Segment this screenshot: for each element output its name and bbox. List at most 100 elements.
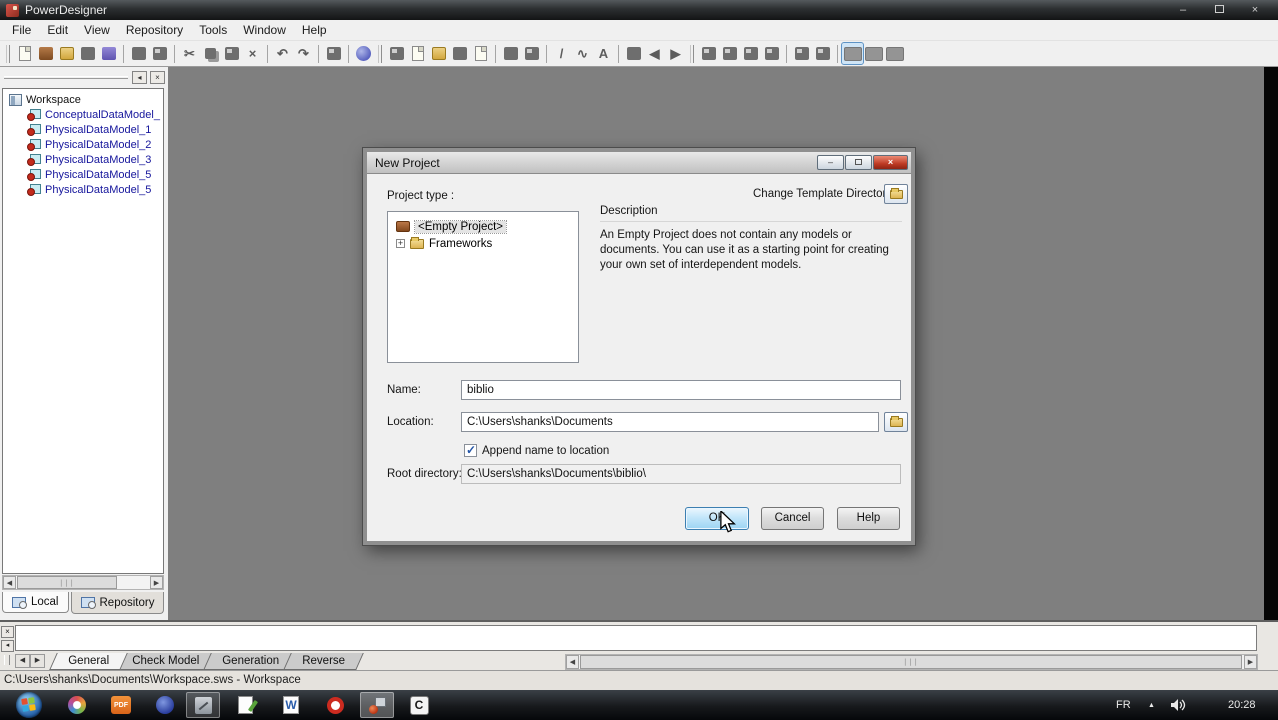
scroll-left-button[interactable]: ◀ [566, 655, 579, 669]
find-icon[interactable] [428, 43, 449, 64]
menu-help[interactable]: Help [294, 21, 335, 39]
globe-icon[interactable] [353, 43, 374, 64]
volume-icon[interactable] [1170, 690, 1186, 720]
tree-item-frameworks[interactable]: + Frameworks [388, 235, 578, 252]
tree-item-model[interactable]: ConceptualDataModel_ [3, 107, 163, 122]
new-document-icon[interactable] [14, 43, 35, 64]
scroll-right-button[interactable]: ▶ [1244, 655, 1257, 669]
cancel-button[interactable]: Cancel [761, 507, 824, 530]
view-tool-icon[interactable] [740, 43, 761, 64]
report-icon[interactable] [407, 43, 428, 64]
preview-icon[interactable] [470, 43, 491, 64]
tree-item-model[interactable]: PhysicalDataModel_5 [3, 182, 163, 197]
save-all-icon[interactable] [98, 43, 119, 64]
taskbar-editor-app[interactable] [228, 692, 262, 718]
name-input[interactable] [461, 380, 901, 400]
package-tool-icon[interactable] [698, 43, 719, 64]
paste-icon[interactable] [221, 43, 242, 64]
toolbar-grip[interactable] [690, 44, 694, 63]
cut-icon[interactable]: ✂ [179, 43, 200, 64]
browser-toggle-icon[interactable] [841, 42, 864, 65]
start-button[interactable] [16, 692, 42, 718]
taskbar-red-app[interactable] [318, 692, 352, 718]
toolbar-grip[interactable] [378, 44, 382, 63]
print-icon[interactable] [128, 43, 149, 64]
diagram-properties-icon[interactable] [521, 43, 542, 64]
scroll-right-button[interactable]: ▶ [150, 576, 163, 589]
menu-edit[interactable]: Edit [39, 21, 76, 39]
result-list-toggle-icon[interactable] [884, 43, 905, 64]
taskbar-tool-app[interactable] [186, 692, 220, 718]
line-tool-icon[interactable]: / [551, 43, 572, 64]
maximize-window-button[interactable] [1208, 1, 1230, 19]
copy-icon[interactable] [200, 43, 221, 64]
tree-item-model[interactable]: PhysicalDataModel_3 [3, 152, 163, 167]
menu-window[interactable]: Window [235, 21, 294, 39]
tab-repository[interactable]: Repository [70, 592, 165, 614]
tree-item-model[interactable]: PhysicalDataModel_5 [3, 167, 163, 182]
package-icon[interactable] [500, 43, 521, 64]
list-icon[interactable] [449, 43, 470, 64]
output-close-button[interactable]: × [1, 626, 14, 638]
tab-reverse[interactable]: Reverse [283, 653, 364, 670]
tree-item-empty-project[interactable]: <Empty Project> [388, 218, 578, 235]
delete-icon[interactable]: × [242, 43, 263, 64]
menu-tools[interactable]: Tools [191, 21, 235, 39]
tray-language[interactable]: FR [1116, 690, 1131, 720]
scroll-thumb[interactable]: ||| [17, 576, 117, 589]
menu-view[interactable]: View [76, 21, 118, 39]
output-drag-handle[interactable] [4, 655, 10, 665]
dialog-titlebar[interactable]: New Project – × [367, 152, 911, 174]
clock[interactable]: 20:28 [1228, 690, 1256, 720]
table-tool-icon[interactable] [719, 43, 740, 64]
tray-expand-icon[interactable]: ▲ [1148, 690, 1155, 720]
open-workspace-icon[interactable] [35, 43, 56, 64]
open-model-icon[interactable] [386, 43, 407, 64]
taskbar-powerdesigner-app[interactable] [360, 692, 394, 718]
note-icon[interactable] [623, 43, 644, 64]
tab-local[interactable]: Local [2, 592, 69, 613]
tabs-scroll-right-button[interactable]: ▶ [30, 654, 45, 668]
text-tool-icon[interactable]: A [593, 43, 614, 64]
expand-plus-icon[interactable]: + [396, 239, 405, 248]
properties-icon[interactable] [323, 43, 344, 64]
procedure-tool-icon[interactable] [791, 43, 812, 64]
open-folder-icon[interactable] [56, 43, 77, 64]
tree-item-workspace[interactable]: Workspace [3, 92, 163, 107]
menu-repository[interactable]: Repository [118, 21, 191, 39]
location-input[interactable] [461, 412, 879, 432]
taskbar-browser-app[interactable] [60, 692, 94, 718]
dialog-maximize-button[interactable] [845, 155, 872, 170]
taskbar-word-app[interactable]: W [274, 692, 308, 718]
panel-close-button[interactable]: × [150, 70, 165, 84]
link-forward-icon[interactable]: ▶ [665, 43, 686, 64]
tab-check-model[interactable]: Check Model [113, 653, 218, 670]
undo-icon[interactable]: ↶ [272, 43, 293, 64]
ok-button[interactable]: OK [685, 507, 749, 530]
panel-drag-handle[interactable] [4, 75, 128, 79]
menu-file[interactable]: File [4, 21, 39, 39]
change-template-browse-button[interactable] [884, 184, 908, 204]
tree-item-model[interactable]: PhysicalDataModel_2 [3, 137, 163, 152]
link-back-icon[interactable]: ◀ [644, 43, 665, 64]
help-button[interactable]: Help [837, 507, 900, 530]
scroll-left-button[interactable]: ◀ [3, 576, 16, 589]
dialog-minimize-button[interactable]: – [817, 155, 844, 170]
tab-general[interactable]: General [49, 653, 128, 670]
toolbar-grip[interactable] [6, 44, 10, 63]
taskbar-messenger-app[interactable] [148, 692, 182, 718]
save-icon[interactable] [77, 43, 98, 64]
arc-tool-icon[interactable]: ∿ [572, 43, 593, 64]
redo-icon[interactable]: ↷ [293, 43, 314, 64]
trigger-tool-icon[interactable] [812, 43, 833, 64]
dialog-close-button[interactable]: × [873, 155, 908, 170]
scroll-thumb[interactable]: ||| [580, 655, 1242, 669]
print-preview-icon[interactable] [149, 43, 170, 64]
location-browse-button[interactable] [884, 412, 908, 432]
tabs-scroll-left-button[interactable]: ◀ [15, 654, 30, 668]
tree-item-model[interactable]: PhysicalDataModel_1 [3, 122, 163, 137]
output-horizontal-scrollbar[interactable]: ◀ ||| ▶ [565, 654, 1258, 670]
minimize-window-button[interactable]: – [1172, 1, 1194, 19]
reference-tool-icon[interactable] [761, 43, 782, 64]
output-toggle-icon[interactable] [863, 43, 884, 64]
